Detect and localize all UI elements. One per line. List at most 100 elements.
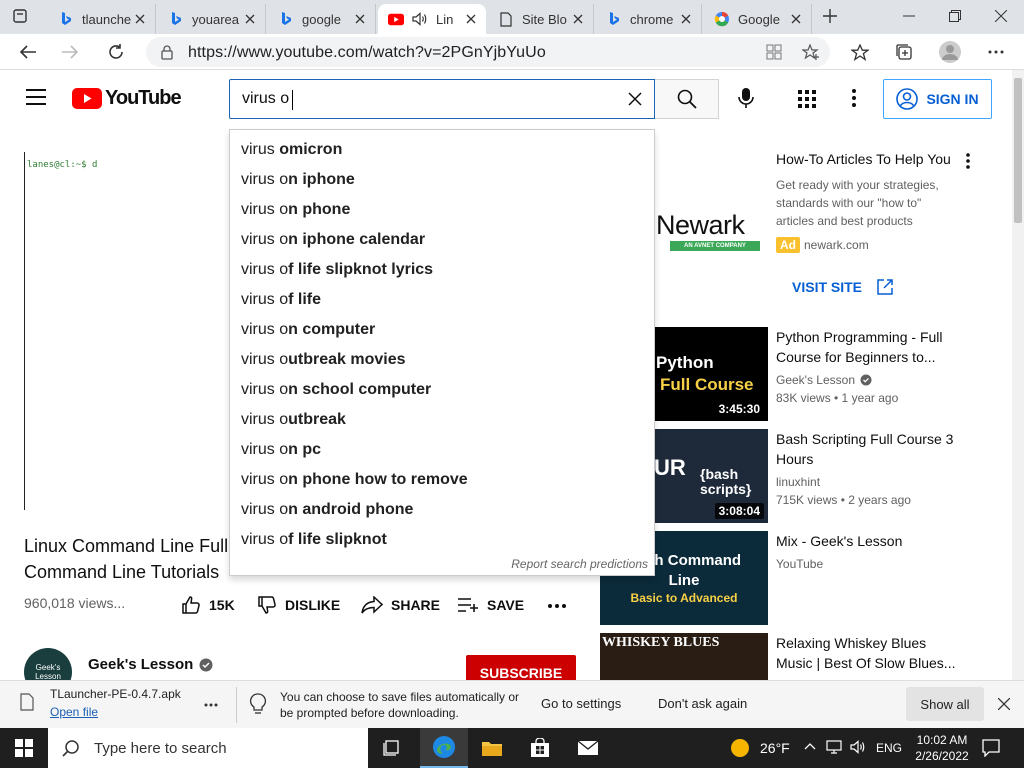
taskbar-search-box[interactable]: Type here to search bbox=[48, 728, 368, 768]
report-predictions-link[interactable]: Report search predictions bbox=[511, 557, 648, 571]
settings-more-icon[interactable] bbox=[852, 89, 856, 107]
related-channel[interactable]: Geek's Lesson bbox=[776, 373, 872, 387]
collections-icon[interactable] bbox=[890, 38, 918, 66]
close-window-button[interactable] bbox=[978, 0, 1024, 32]
task-view-icon[interactable] bbox=[368, 728, 416, 768]
microphone-icon[interactable] bbox=[738, 87, 754, 109]
search-suggestion[interactable]: virus on pc bbox=[230, 436, 654, 466]
more-menu-icon[interactable] bbox=[982, 38, 1010, 66]
close-tab-icon[interactable] bbox=[787, 10, 805, 28]
weather-sun-icon[interactable] bbox=[730, 738, 750, 758]
show-hidden-icons-icon[interactable] bbox=[804, 742, 816, 750]
refresh-button[interactable] bbox=[102, 38, 130, 66]
url-text[interactable]: https://www.youtube.com/watch?v=2PGnYjbY… bbox=[188, 44, 546, 62]
related-thumbnail[interactable]: WHISKEY BLUES bbox=[600, 633, 768, 680]
related-title[interactable]: Python Programming - Full Course for Beg… bbox=[776, 327, 976, 367]
add-favorite-icon[interactable] bbox=[802, 44, 820, 60]
search-suggestion[interactable]: virus on computer bbox=[230, 316, 654, 346]
mail-icon[interactable] bbox=[564, 728, 612, 768]
search-suggestion[interactable]: virus on phone how to remove bbox=[230, 466, 654, 496]
volume-icon[interactable] bbox=[850, 740, 868, 754]
download-more-icon[interactable] bbox=[204, 703, 218, 707]
close-tab-icon[interactable] bbox=[241, 10, 259, 28]
language-indicator[interactable]: ENG bbox=[876, 741, 902, 755]
tab-site-blocker[interactable]: Site Blo bbox=[488, 4, 594, 34]
apps-grid-icon[interactable] bbox=[797, 89, 817, 109]
search-suggestion[interactable]: virus of life slipknot bbox=[230, 526, 654, 556]
search-suggestion[interactable]: virus omicron bbox=[230, 136, 654, 166]
minimize-button[interactable] bbox=[886, 0, 932, 32]
tab-youtube-active[interactable]: Lin bbox=[378, 4, 486, 34]
search-suggestion[interactable]: virus on iphone bbox=[230, 166, 654, 196]
restore-button[interactable] bbox=[932, 0, 978, 32]
search-input[interactable]: virus o bbox=[229, 79, 655, 119]
share-button[interactable]: SHARE bbox=[361, 594, 440, 616]
dislike-button[interactable]: DISLIKE bbox=[257, 594, 340, 616]
file-explorer-icon[interactable] bbox=[468, 728, 516, 768]
weather-temp[interactable]: 26°F bbox=[760, 740, 790, 756]
related-channel-name[interactable]: YouTube bbox=[776, 557, 823, 571]
close-tab-icon[interactable] bbox=[569, 10, 587, 28]
more-actions-icon[interactable] bbox=[548, 604, 566, 608]
scrollbar-thumb[interactable] bbox=[1014, 78, 1022, 223]
app-available-icon[interactable] bbox=[766, 44, 782, 60]
clock[interactable]: 10:02 AM 2/26/2022 bbox=[910, 732, 974, 764]
open-file-link[interactable]: Open file bbox=[50, 705, 98, 719]
close-tab-icon[interactable] bbox=[351, 10, 369, 28]
network-icon[interactable] bbox=[826, 740, 842, 754]
lock-icon[interactable] bbox=[160, 44, 174, 60]
search-suggestion[interactable]: virus on iphone calendar bbox=[230, 226, 654, 256]
search-suggestion[interactable]: virus outbreak movies bbox=[230, 346, 654, 376]
new-tab-button[interactable] bbox=[816, 2, 844, 30]
page-scrollbar[interactable] bbox=[1012, 70, 1024, 680]
clear-search-icon[interactable] bbox=[628, 92, 642, 106]
tab-actions-icon[interactable] bbox=[6, 2, 34, 30]
search-suggestion[interactable]: virus outbreak bbox=[230, 406, 654, 436]
tab-google-bing[interactable]: google bbox=[268, 4, 376, 34]
show-all-button[interactable]: Show all bbox=[906, 687, 984, 721]
youtube-logo[interactable]: YouTube bbox=[72, 87, 182, 110]
save-button[interactable]: SAVE bbox=[457, 594, 524, 616]
search-suggestion[interactable]: virus of life slipknot lyrics bbox=[230, 256, 654, 286]
notifications-icon[interactable] bbox=[982, 739, 1000, 757]
tab-chrome[interactable]: chrome bbox=[596, 4, 702, 34]
tab-youarea[interactable]: youarea bbox=[158, 4, 266, 34]
search-button[interactable] bbox=[655, 79, 719, 119]
close-download-bar-icon[interactable] bbox=[998, 698, 1010, 710]
go-to-settings-button[interactable]: Go to settings bbox=[541, 696, 621, 711]
search-suggestion[interactable]: virus of life bbox=[230, 286, 654, 316]
related-title[interactable]: Relaxing Whiskey Blues Music | Best Of S… bbox=[776, 633, 966, 673]
channel-name[interactable]: Geek's Lesson bbox=[88, 656, 213, 673]
newark-ad-logo[interactable]: Newark AN AVNET COMPANY bbox=[656, 210, 766, 266]
close-tab-icon[interactable] bbox=[462, 10, 480, 28]
tab-google[interactable]: Google bbox=[704, 4, 812, 34]
back-button[interactable] bbox=[14, 38, 42, 66]
store-icon[interactable] bbox=[516, 728, 564, 768]
favorites-icon[interactable] bbox=[846, 38, 874, 66]
search-suggestion[interactable]: virus on android phone bbox=[230, 496, 654, 526]
download-filename[interactable]: TLauncher-PE-0.4.7.apk bbox=[50, 687, 181, 701]
related-channel-name[interactable]: linuxhint bbox=[776, 475, 820, 489]
hamburger-menu-icon[interactable] bbox=[26, 89, 46, 105]
close-tab-icon[interactable] bbox=[131, 10, 149, 28]
visit-site-button[interactable]: VISIT SITE bbox=[792, 278, 894, 296]
dont-ask-again-button[interactable]: Don't ask again bbox=[658, 696, 747, 711]
speaker-icon[interactable] bbox=[412, 11, 428, 27]
search-suggestion[interactable]: virus on school computer bbox=[230, 376, 654, 406]
search-query-text[interactable]: virus o bbox=[242, 90, 289, 108]
edge-taskbar-icon[interactable] bbox=[420, 728, 468, 768]
ad-title[interactable]: How-To Articles To Help You bbox=[776, 151, 951, 167]
profile-avatar[interactable] bbox=[936, 38, 964, 66]
sign-in-button[interactable]: SIGN IN bbox=[883, 79, 992, 119]
ad-menu-icon[interactable] bbox=[966, 153, 970, 169]
address-bar[interactable]: https://www.youtube.com/watch?v=2PGnYjbY… bbox=[146, 37, 830, 67]
related-title[interactable]: Bash Scripting Full Course 3 Hours bbox=[776, 429, 966, 469]
close-tab-icon[interactable] bbox=[677, 10, 695, 28]
forward-button[interactable] bbox=[56, 38, 84, 66]
tab-tlauncher[interactable]: tlaunche bbox=[48, 4, 156, 34]
view-count[interactable]: 960,018 views... bbox=[24, 595, 125, 611]
related-title[interactable]: Mix - Geek's Lesson bbox=[776, 531, 976, 551]
search-suggestion[interactable]: virus on phone bbox=[230, 196, 654, 226]
start-button[interactable] bbox=[0, 728, 48, 768]
like-button[interactable]: 15K bbox=[181, 594, 235, 616]
